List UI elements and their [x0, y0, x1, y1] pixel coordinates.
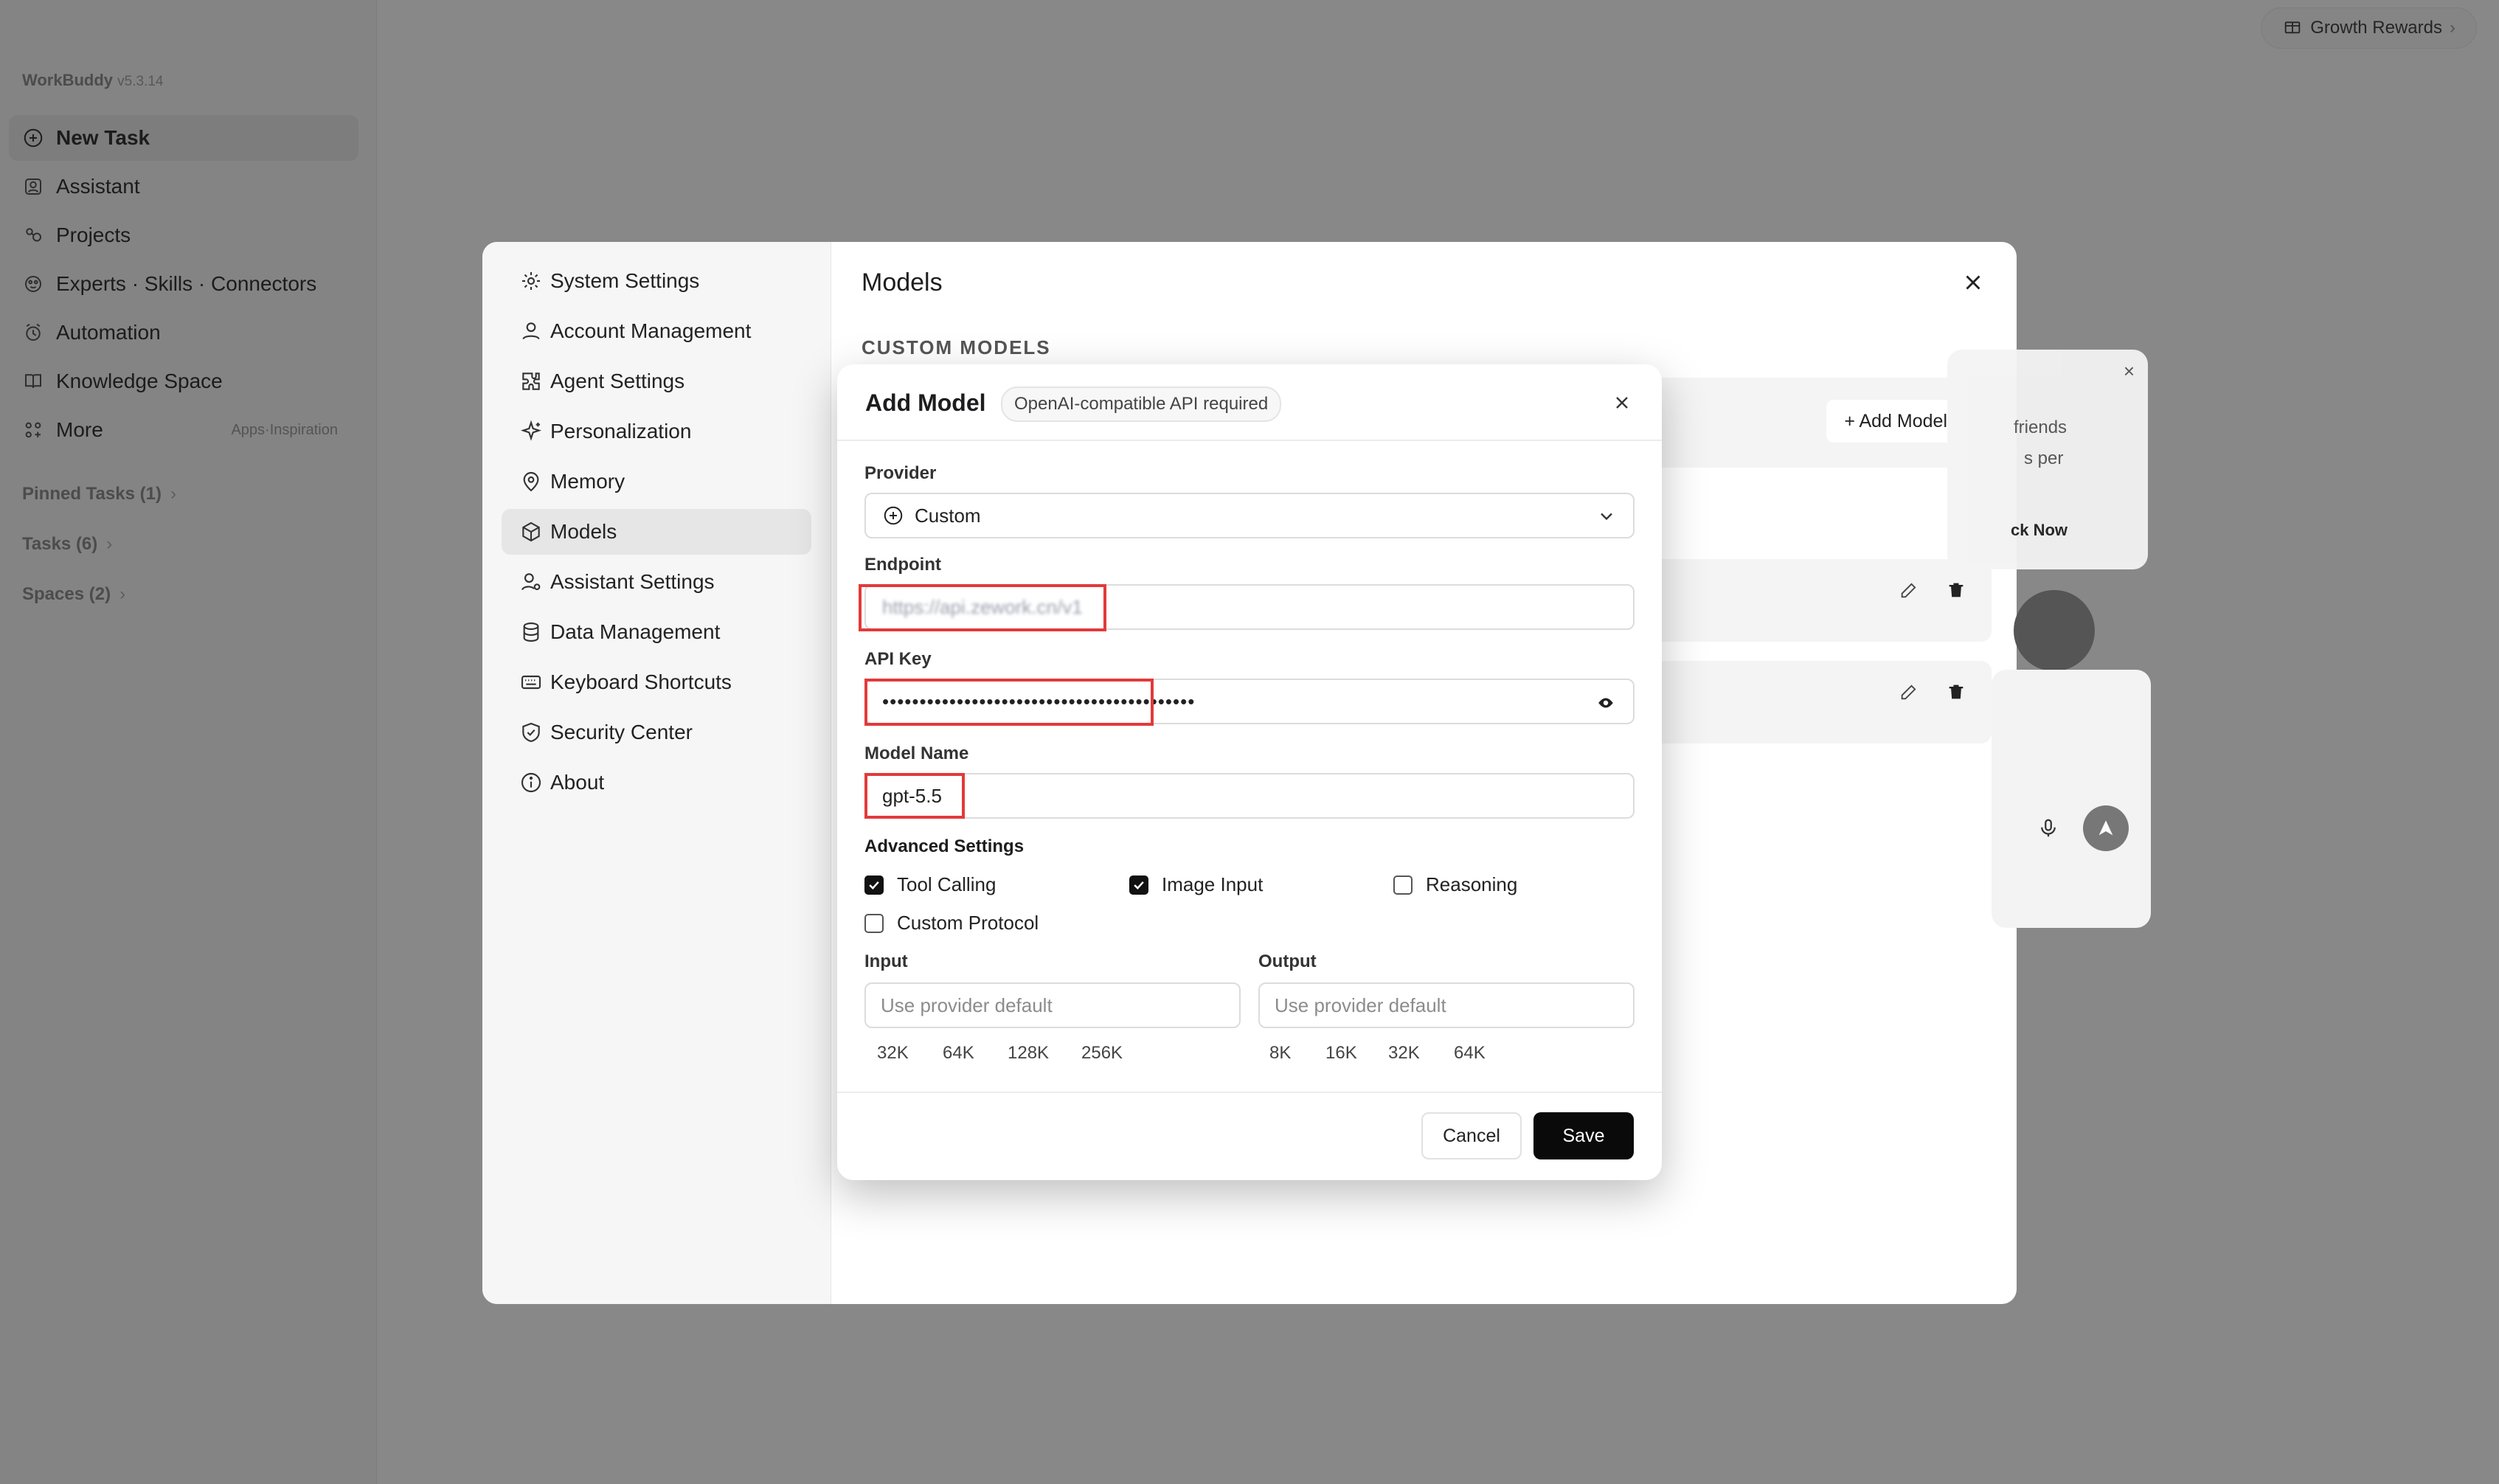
input-tokens-field[interactable]	[864, 982, 1241, 1028]
database-icon	[519, 620, 543, 644]
info-icon	[519, 771, 543, 794]
dialog-close-icon[interactable]	[1612, 392, 1632, 413]
dialog-header: Add Model OpenAI-compatible API required	[837, 364, 1662, 441]
check-icon	[864, 875, 884, 895]
advanced-settings-label: Advanced Settings	[864, 836, 1025, 856]
settings-item-agent[interactable]: Agent Settings	[502, 358, 811, 404]
settings-item-personalization[interactable]: Personalization	[502, 409, 811, 454]
user-icon	[519, 319, 543, 343]
trash-icon[interactable]	[1946, 580, 1966, 600]
output-label: Output	[1258, 951, 1317, 971]
output-chip[interactable]: 32K	[1388, 1043, 1420, 1064]
custom-protocol-checkbox[interactable]: Custom Protocol	[864, 912, 1039, 935]
endpoint-label: Endpoint	[864, 555, 941, 575]
settings-page-title: Models	[862, 268, 943, 297]
api-key-label: API Key	[864, 649, 932, 669]
settings-close-icon[interactable]	[1961, 270, 1986, 295]
endpoint-field[interactable]: https://api.zework.cn/v1	[864, 584, 1635, 630]
eye-icon[interactable]	[1596, 693, 1615, 712]
output-tokens-field[interactable]	[1258, 982, 1635, 1028]
settings-item-memory[interactable]: Memory	[502, 459, 811, 505]
settings-item-models[interactable]: Models	[502, 509, 811, 555]
settings-item-about[interactable]: About	[502, 760, 811, 805]
input-chip[interactable]: 32K	[877, 1043, 909, 1064]
shield-icon	[519, 721, 543, 744]
chat-input-panel	[1992, 670, 2151, 928]
gear-icon	[519, 269, 543, 293]
input-label: Input	[864, 951, 908, 971]
add-model-dialog: Add Model OpenAI-compatible API required…	[837, 364, 1662, 1180]
settings-menu: System Settings Account Management Agent…	[482, 242, 831, 1304]
keyboard-icon	[519, 670, 543, 694]
output-chip[interactable]: 16K	[1325, 1043, 1357, 1064]
model-name-value: gpt-5.5	[882, 784, 942, 807]
settings-item-system[interactable]: System Settings	[502, 258, 811, 304]
promo-close-icon[interactable]: ×	[2124, 360, 2135, 383]
chevron-down-icon	[1596, 506, 1617, 527]
input-chip[interactable]: 256K	[1081, 1043, 1123, 1064]
settings-item-data[interactable]: Data Management	[502, 609, 811, 655]
tool-calling-checkbox[interactable]: Tool Calling	[864, 873, 996, 896]
promo-cta-button[interactable]: ck Now	[2011, 521, 2068, 540]
cancel-button[interactable]: Cancel	[1421, 1112, 1522, 1159]
robot-mascot-icon	[2014, 590, 2095, 671]
edit-icon[interactable]	[1899, 682, 1919, 702]
output-chip[interactable]: 8K	[1269, 1043, 1291, 1064]
provider-select[interactable]: Custom	[864, 493, 1635, 538]
endpoint-value: https://api.zework.cn/v1	[882, 595, 1083, 618]
promo-text-2: s per	[2024, 448, 2064, 468]
settings-item-security[interactable]: Security Center	[502, 710, 811, 755]
cube-icon	[519, 520, 543, 544]
puzzle-icon	[519, 370, 543, 393]
send-button[interactable]	[2083, 805, 2129, 851]
plus-circle-icon	[882, 505, 904, 527]
user-gear-icon	[519, 570, 543, 594]
promo-text-1: friends	[2014, 417, 2068, 437]
image-input-checkbox[interactable]: Image Input	[1129, 873, 1263, 896]
custom-models-heading: CUSTOM MODELS	[862, 336, 1051, 358]
save-button[interactable]: Save	[1533, 1112, 1634, 1159]
dialog-footer: Cancel Save	[837, 1092, 1662, 1182]
edit-icon[interactable]	[1899, 580, 1919, 600]
reasoning-checkbox[interactable]: Reasoning	[1393, 873, 1517, 896]
settings-item-shortcuts[interactable]: Keyboard Shortcuts	[502, 659, 811, 705]
api-key-field[interactable]: ••••••••••••••••••••••••••••••••••••••••…	[864, 679, 1635, 724]
output-chip[interactable]: 64K	[1454, 1043, 1486, 1064]
sparkle-icon	[519, 420, 543, 443]
model-name-label: Model Name	[864, 743, 969, 763]
input-chip[interactable]: 128K	[1008, 1043, 1049, 1064]
input-chip[interactable]: 64K	[943, 1043, 974, 1064]
trash-icon[interactable]	[1946, 682, 1966, 702]
api-key-value: ••••••••••••••••••••••••••••••••••••••••…	[882, 690, 1196, 712]
settings-item-account[interactable]: Account Management	[502, 308, 811, 354]
model-name-field[interactable]: gpt-5.5	[864, 773, 1635, 819]
microphone-icon[interactable]	[2037, 817, 2059, 839]
settings-item-assistant[interactable]: Assistant Settings	[502, 559, 811, 605]
provider-value: Custom	[915, 504, 981, 527]
check-icon	[1129, 875, 1148, 895]
add-model-button[interactable]: + Add Model	[1826, 400, 1965, 443]
api-compat-badge: OpenAI-compatible API required	[1001, 386, 1282, 422]
memory-icon	[519, 470, 543, 493]
promo-card: × friends s per ck Now	[1947, 350, 2148, 569]
provider-label: Provider	[864, 463, 937, 483]
dialog-title: Add Model	[865, 389, 986, 416]
